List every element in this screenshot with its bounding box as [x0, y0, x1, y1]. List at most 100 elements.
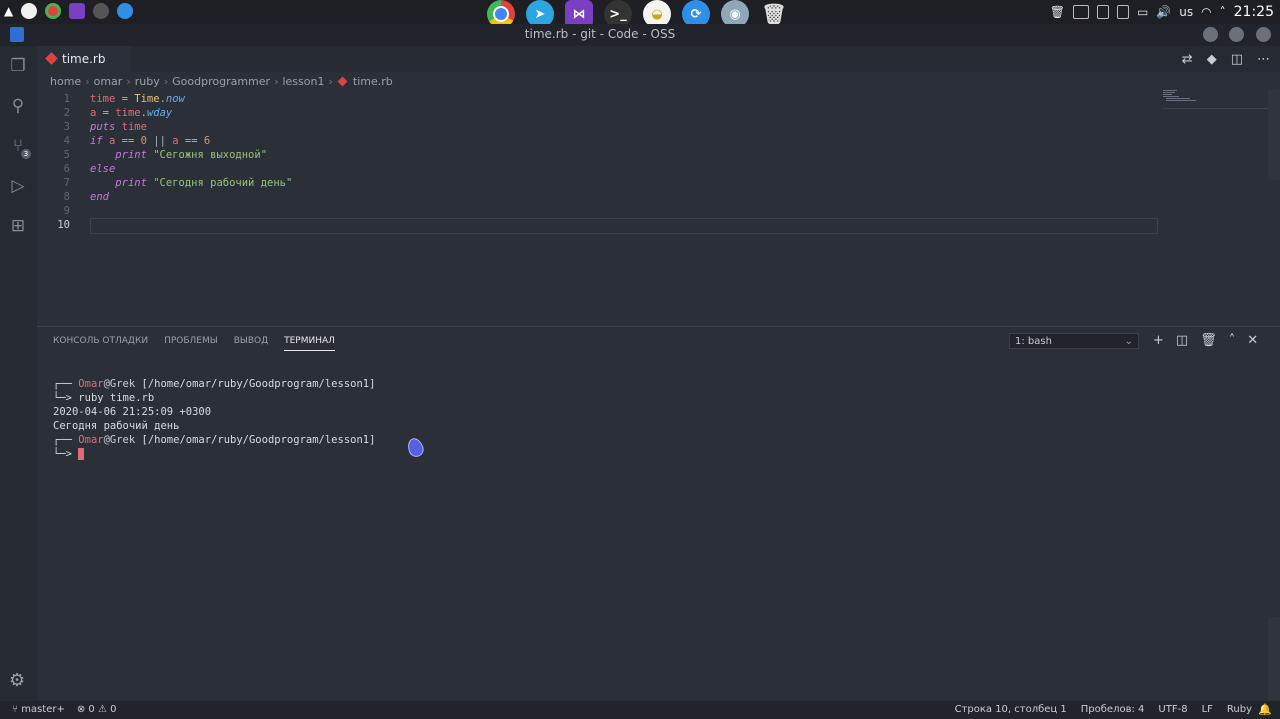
- title-bar: time.rb - git - Code - OSS: [0, 24, 1280, 46]
- explorer-icon[interactable]: ❐: [8, 56, 28, 76]
- menu-icon[interactable]: ▲: [4, 4, 13, 18]
- close-button[interactable]: [1256, 27, 1271, 42]
- maximize-button[interactable]: [1229, 27, 1244, 42]
- language-mode[interactable]: Ruby: [1227, 704, 1252, 715]
- status-bar: ⑂ master+ ⊗ 0 ⚠ 0 Строка 10, столбец 1 П…: [0, 701, 1280, 719]
- encoding[interactable]: UTF-8: [1158, 704, 1187, 715]
- tab-output[interactable]: ВЫВОД: [234, 336, 268, 351]
- breadcrumb-item[interactable]: lesson1: [282, 75, 324, 88]
- system-left-launchers: ▲: [4, 3, 134, 19]
- prompt-host: @Grek: [103, 434, 136, 446]
- split-terminal-icon[interactable]: ◫: [1176, 333, 1188, 348]
- chevron-down-icon: ⌄: [1124, 336, 1133, 347]
- command-line: └─> ruby time.rb: [53, 391, 375, 405]
- updates-tray-icon[interactable]: [1097, 5, 1109, 19]
- kill-terminal-icon[interactable]: 🗑: [1200, 333, 1217, 348]
- search-icon[interactable]: ⚲: [8, 96, 28, 116]
- prompt-path: [/home/omar/ruby/Goodprogram/lesson1]: [135, 434, 376, 446]
- prompt-path: [/home/omar/ruby/Goodprogram/lesson1]: [135, 378, 376, 390]
- line-number: 9: [63, 205, 70, 217]
- command-text: ruby time.rb: [78, 392, 155, 404]
- tab-terminal[interactable]: ТЕРМИНАЛ: [284, 336, 335, 351]
- breadcrumb-item[interactable]: Goodprogrammer: [172, 75, 270, 88]
- status-right: Строка 10, столбец 1 Пробелов: 4 UTF-8 L…: [955, 704, 1252, 715]
- vscode-small-icon[interactable]: [69, 3, 86, 19]
- app-launcher-icon[interactable]: [21, 3, 38, 19]
- source-control-badge: 3: [21, 149, 31, 159]
- split-editor-icon[interactable]: ◫: [1231, 52, 1243, 67]
- battery-icon[interactable]: ▭: [1137, 5, 1148, 19]
- wifi-icon[interactable]: ◠: [1201, 5, 1211, 19]
- code-line[interactable]: 6 else: [37, 162, 1167, 176]
- code-line[interactable]: 8 end: [37, 190, 1167, 204]
- prompt-corner-bottom: └─>: [53, 448, 79, 460]
- prompt-corner-top: ┌──: [53, 378, 79, 390]
- editor-actions: ⇄ ◆ ◫ ⋯: [1182, 52, 1270, 67]
- input-line[interactable]: └─>: [53, 447, 375, 461]
- system-tray: 🗑 ▭ 🔊 us ◠ ˄ 21:25: [1050, 4, 1274, 20]
- clipboard-tray-icon[interactable]: [1117, 5, 1129, 19]
- line-number: 6: [63, 163, 70, 175]
- window-tray-icon[interactable]: [1073, 5, 1089, 19]
- breadcrumb: home › omar › ruby › Goodprogrammer › le…: [50, 75, 393, 88]
- terminal-small-icon[interactable]: [93, 3, 110, 19]
- keyboard-layout[interactable]: us: [1179, 5, 1193, 19]
- new-terminal-icon[interactable]: +: [1153, 333, 1164, 348]
- maximize-panel-icon[interactable]: ˄: [1229, 333, 1236, 348]
- problems-indicator[interactable]: ⊗ 0 ⚠ 0: [77, 704, 117, 715]
- code-line[interactable]: 4 if a == 0 || a == 6: [37, 134, 1167, 148]
- line-number: 4: [63, 135, 70, 147]
- system-panel: ▲ ➤ ⋈ >_ ◒ ⟳ ◉ 🗑 🗑 ▭ 🔊 us ◠ ˄ 21:25: [0, 0, 1280, 28]
- code-line[interactable]: 7 print "Сегодня рабочий день": [37, 176, 1167, 190]
- terminal-select[interactable]: 1: bash ⌄: [1009, 333, 1139, 349]
- open-changes-icon[interactable]: ⇄: [1182, 52, 1193, 67]
- end-of-line[interactable]: LF: [1202, 704, 1213, 715]
- ruby-file-icon: [337, 76, 348, 87]
- expand-tray-icon[interactable]: ˄: [1220, 5, 1226, 19]
- branch-indicator[interactable]: ⑂ master+: [12, 704, 65, 715]
- panel-scrollbar[interactable]: [1268, 617, 1280, 701]
- minimap[interactable]: [1163, 90, 1268, 109]
- code-line[interactable]: 1 time = Time.now: [37, 92, 1167, 106]
- line-number: 7: [63, 177, 70, 189]
- tab-label: time.rb: [62, 52, 106, 66]
- terminal-output[interactable]: ┌── Omar@Grek [/home/omar/ruby/Goodprogr…: [53, 377, 375, 461]
- close-panel-icon[interactable]: ✕: [1247, 333, 1258, 348]
- cursor-position[interactable]: Строка 10, столбец 1: [955, 704, 1067, 715]
- minimize-button[interactable]: [1203, 27, 1218, 42]
- notifications-bell-icon[interactable]: 🔔: [1258, 703, 1272, 716]
- chevron-right-icon: ›: [85, 75, 90, 88]
- breadcrumb-item[interactable]: ruby: [135, 75, 160, 88]
- tab-debug-console[interactable]: КОНСОЛЬ ОТЛАДКИ: [53, 336, 148, 351]
- more-actions-icon[interactable]: ⋯: [1257, 52, 1270, 67]
- chrome-small-icon[interactable]: [45, 3, 62, 19]
- trash-tray-icon[interactable]: 🗑: [1050, 5, 1065, 19]
- prompt-user: Omar: [78, 434, 104, 446]
- code-editor[interactable]: 1 time = Time.now 2a = time.wday 3 puts ti…: [37, 90, 1280, 326]
- output-line: 2020-04-06 21:25:09 +0300: [53, 406, 212, 418]
- editor-scrollbar[interactable]: [1268, 90, 1280, 180]
- browser-small-icon[interactable]: [117, 3, 134, 19]
- tab-bar: time.rb ⇄ ◆ ◫ ⋯: [37, 46, 1280, 72]
- breadcrumb-item[interactable]: home: [50, 75, 81, 88]
- tab-problems[interactable]: ПРОБЛЕМЫ: [164, 336, 218, 351]
- warning-count: 0: [110, 704, 117, 715]
- line-number: 2: [63, 107, 70, 119]
- code-line[interactable]: 5 print "Сегожня выходной": [37, 148, 1167, 162]
- breadcrumb-item[interactable]: time.rb: [353, 75, 393, 88]
- clock[interactable]: 21:25: [1234, 4, 1274, 20]
- code-line[interactable]: 9: [37, 204, 1167, 218]
- tab-time-rb[interactable]: time.rb: [37, 46, 131, 72]
- git-icon[interactable]: ◆: [1207, 52, 1217, 67]
- indentation[interactable]: Пробелов: 4: [1081, 704, 1145, 715]
- manage-gear-icon[interactable]: ⚙: [9, 670, 25, 691]
- extensions-icon[interactable]: ⊞: [8, 216, 28, 236]
- volume-icon[interactable]: 🔊: [1156, 5, 1171, 19]
- debug-icon[interactable]: ▷: [8, 176, 28, 196]
- code-line[interactable]: 3 puts time: [37, 120, 1167, 134]
- line-number: 3: [63, 121, 70, 133]
- code-line[interactable]: 10: [37, 218, 1167, 232]
- prompt-line: ┌── Omar@Grek [/home/omar/ruby/Goodprogr…: [53, 377, 375, 391]
- code-line[interactable]: 2a = time.wday: [37, 106, 1167, 120]
- breadcrumb-item[interactable]: omar: [94, 75, 123, 88]
